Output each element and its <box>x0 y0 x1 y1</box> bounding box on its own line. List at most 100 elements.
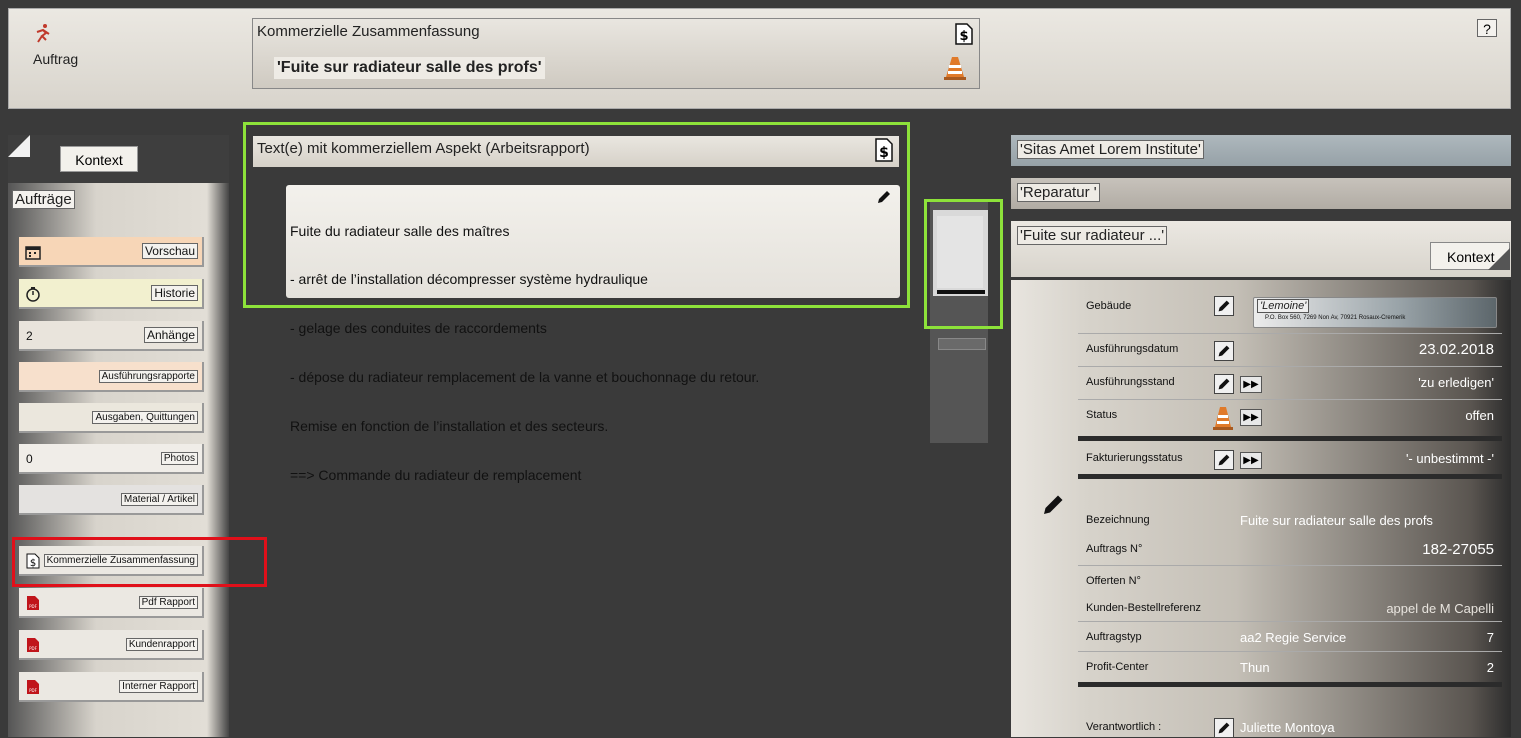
sidebar-item-label: Vorschau <box>141 243 198 259</box>
svg-text:PDF: PDF <box>29 646 37 651</box>
building-address: P.O. Box 560, 7269 Non Av, 70921 Rosaux-… <box>1265 315 1406 321</box>
field-label: Ausführungsstand <box>1086 376 1175 388</box>
field-number: 7 <box>1486 630 1494 645</box>
field-label: Fakturierungsstatus <box>1086 452 1183 464</box>
runner-logo-icon <box>36 24 50 43</box>
order-type: 'Reparatur ' <box>1017 183 1100 202</box>
text-line: - dépose du radiateur remplacement de la… <box>290 369 760 386</box>
svg-text:$: $ <box>879 145 889 161</box>
panel-title: Text(e) mit kommerziellem Aspekt (Arbeit… <box>257 140 590 157</box>
row-ausfuehrungsstand: Ausführungsstand ▶▶ 'zu erledigen' <box>1078 367 1502 400</box>
row-auftragstyp: Auftragstyp aa2 Regie Service 7 <box>1078 622 1502 652</box>
stopwatch-icon <box>26 287 40 302</box>
field-value: 182-27055 <box>1422 541 1494 558</box>
text-line: - arrêt de l’installation décompresser s… <box>290 271 648 288</box>
section-label-auftraege[interactable]: Aufträge <box>12 190 75 209</box>
field-value: offen <box>1465 408 1494 423</box>
thumbnail-label[interactable] <box>938 338 986 350</box>
kontext-button[interactable]: Kontext <box>60 146 138 172</box>
sidebar-item-label: Kundenrapport <box>125 638 198 651</box>
commercial-text: Fuite du radiateur salle des maîtres - a… <box>290 190 759 516</box>
row-kunden-ref: Kunden-Bestellreferenz appel de M Capell… <box>1078 593 1502 622</box>
pencil-icon[interactable] <box>1214 374 1234 394</box>
commercial-text-box[interactable]: Fuite du radiateur salle des maîtres - a… <box>286 185 900 483</box>
order-name: 'Fuite sur radiateur salle des profs' <box>274 57 545 79</box>
text-line: ==> Commande du radiateur de remplacemen… <box>290 467 582 484</box>
help-button[interactable]: ? <box>1477 19 1497 37</box>
collapse-corner-icon[interactable] <box>8 135 30 157</box>
fast-forward-icon[interactable]: ▶▶ <box>1240 376 1262 393</box>
field-value: Thun <box>1240 660 1270 675</box>
field-label: Ausführungsdatum <box>1086 343 1179 355</box>
summary-panel: Kommerzielle Zusammenfassung 'Fuite sur … <box>252 18 980 89</box>
divider <box>1078 436 1502 441</box>
field-value: Juliette Montoya <box>1240 720 1335 735</box>
sidebar: Kontext Aufträge Vorschau Historie 2 Anh… <box>8 135 229 737</box>
fast-forward-icon[interactable]: ▶▶ <box>1240 409 1262 426</box>
field-value: appel de M Capelli <box>1386 601 1494 616</box>
photo-count: 0 <box>26 452 33 466</box>
sidebar-item-kundenrapport[interactable]: PDF Kundenrapport <box>19 630 204 660</box>
pencil-icon[interactable] <box>1214 296 1234 316</box>
sidebar-item-material[interactable]: Material / Artikel <box>19 485 204 515</box>
sidebar-item-interner-rapport[interactable]: PDF Interner Rapport <box>19 672 204 702</box>
sidebar-item-label: Pdf Rapport <box>138 596 198 609</box>
sidebar-item-historie[interactable]: Historie <box>19 279 204 309</box>
sidebar-item-label: Interner Rapport <box>119 680 198 693</box>
field-value: aa2 Regie Service <box>1240 630 1347 645</box>
field-value: Fuite sur radiateur salle des profs <box>1240 513 1433 528</box>
pdf-icon: PDF <box>27 680 39 694</box>
field-label: Profit-Center <box>1086 661 1149 673</box>
calendar-icon <box>25 246 41 260</box>
app-label: Auftrag <box>33 51 79 67</box>
row-offerten-nr: Offerten N° <box>1078 566 1502 593</box>
svg-text:$: $ <box>959 29 968 44</box>
field-value: 23.02.2018 <box>1418 341 1494 358</box>
text-line: - gelage des conduites de raccordements <box>290 320 547 337</box>
text-line: Fuite du radiateur salle des maîtres <box>290 222 510 239</box>
sidebar-item-label: Ausgaben, Quittungen <box>92 411 198 424</box>
pencil-icon[interactable] <box>876 189 892 205</box>
pencil-icon[interactable] <box>1214 341 1234 361</box>
row-verantwortlich: Verantwortlich : Juliette Montoya <box>1078 712 1502 738</box>
sidebar-item-anhaenge[interactable]: 2 Anhänge <box>19 321 204 351</box>
corner-fold-icon <box>1488 248 1510 270</box>
sidebar-item-ausfuehrungsrapporte[interactable]: Ausführungsrapporte <box>19 362 204 392</box>
sidebar-item-pdf-rapport[interactable]: PDF Pdf Rapport <box>19 588 204 618</box>
sidebar-header: Kontext <box>8 135 229 183</box>
traffic-cone-icon <box>1213 407 1233 430</box>
field-value: 'zu erledigen' <box>1418 375 1494 390</box>
field-label: Bezeichnung <box>1086 514 1150 526</box>
pencil-icon[interactable] <box>1214 718 1234 738</box>
sidebar-item-vorschau[interactable]: Vorschau <box>19 237 204 267</box>
dollar-document-icon[interactable]: $ <box>955 23 973 45</box>
pdf-icon: PDF <box>27 596 39 610</box>
row-status: Status ▶▶ offen <box>1078 400 1502 436</box>
field-label: Offerten N° <box>1086 575 1141 587</box>
commercial-text-panel: Text(e) mit kommerziellem Aspekt (Arbeit… <box>243 122 910 483</box>
divider <box>1078 682 1502 687</box>
sidebar-item-label: Material / Artikel <box>120 493 198 506</box>
client-bar[interactable]: 'Sitas Amet Lorem Institute' <box>1011 135 1511 166</box>
row-fakturierungsstatus: Fakturierungsstatus ▶▶ '- unbestimmt -' <box>1078 443 1502 475</box>
field-label: Auftrags N° <box>1086 543 1143 555</box>
summary-title: Kommerzielle Zusammenfassung <box>257 23 480 40</box>
sidebar-item-ausgaben[interactable]: Ausgaben, Quittungen <box>19 403 204 433</box>
thumbnail-highlight-frame <box>924 199 1003 329</box>
sidebar-item-label: Anhänge <box>143 327 198 343</box>
field-label: Auftragstyp <box>1086 631 1142 643</box>
field-number: 2 <box>1486 660 1494 675</box>
field-label: Gebäude <box>1086 300 1132 312</box>
traffic-cone-icon <box>944 57 966 80</box>
sidebar-item-photos[interactable]: 0 Photos <box>19 444 204 474</box>
pencil-icon[interactable] <box>1042 492 1066 516</box>
field-label: Kunden-Bestellreferenz <box>1086 602 1201 614</box>
client-name: 'Sitas Amet Lorem Institute' <box>1017 140 1204 159</box>
row-profit-center: Profit-Center Thun 2 <box>1078 652 1502 682</box>
sidebar-item-label: Ausführungsrapporte <box>98 370 198 383</box>
type-bar[interactable]: 'Reparatur ' <box>1011 178 1511 209</box>
pencil-icon[interactable] <box>1214 450 1234 470</box>
fast-forward-icon[interactable]: ▶▶ <box>1240 452 1262 469</box>
highlight-frame <box>12 537 267 587</box>
dollar-document-icon[interactable]: $ <box>875 138 893 162</box>
